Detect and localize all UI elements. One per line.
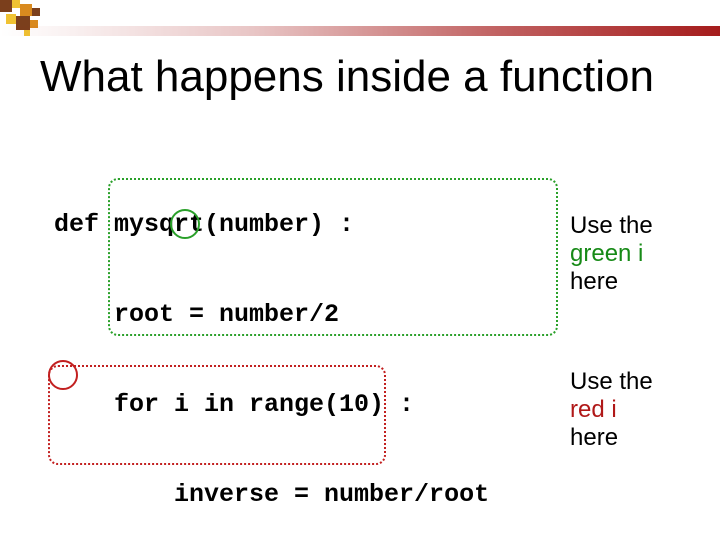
slide-title: What happens inside a function	[40, 52, 690, 102]
annotation-red: Use the red i here	[570, 368, 710, 452]
annot-text: Use the	[570, 212, 653, 239]
annot-text: here	[570, 424, 618, 451]
code-line: root = number/2	[54, 300, 674, 330]
annot-colored-i: i	[605, 396, 617, 423]
code-line: inverse = number/root	[54, 480, 674, 510]
top-gradient-bar	[0, 26, 720, 36]
highlight-i-green	[170, 209, 200, 239]
annot-colored-word: red	[570, 396, 605, 423]
slide: What happens inside a function def mysqr…	[0, 0, 720, 540]
code-block: def mysqrt(number) : root = number/2 for…	[54, 150, 674, 540]
annotation-green: Use the green i here	[570, 212, 710, 296]
annot-colored-word: green	[570, 240, 631, 267]
annot-colored-i: i	[631, 240, 643, 267]
annot-text: Use the	[570, 368, 653, 395]
highlight-i-red	[48, 360, 78, 390]
annot-text: here	[570, 268, 618, 295]
